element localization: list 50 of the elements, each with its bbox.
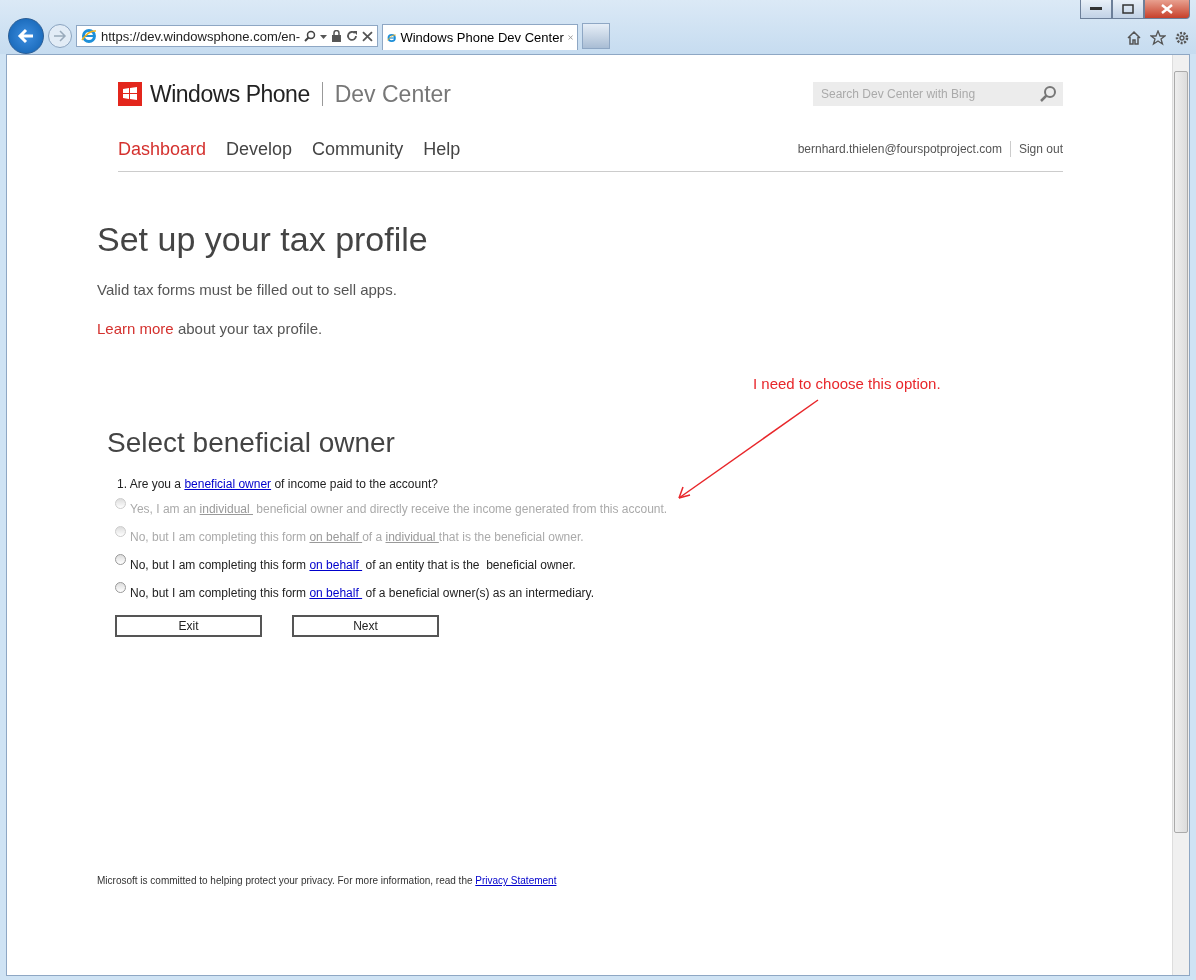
windows-logo-icon [118,82,142,106]
privacy-text: Microsoft is committed to helping protect your privacy. For more information, read the Privacy Statement [97,875,557,886]
question-text: 1. Are you a beneficial owner of income paid to the account? [117,477,439,491]
arrow-icon [53,30,67,42]
minimize-button[interactable] [1080,0,1112,19]
link[interactable]: beneficial owner [184,477,272,491]
page-title: Set up your tax profile [97,220,429,259]
link[interactable]: on behalf [309,558,363,572]
close-icon [1161,4,1173,14]
learn-more-link[interactable]: Learn more [97,320,174,337]
ie-logo-icon [81,28,97,44]
arrow-icon [17,28,35,44]
minimize-icon [1090,7,1102,11]
exit-button[interactable]: Exit [115,615,262,637]
star-icon[interactable] [1150,30,1166,46]
learn-more-text: Learn more about your tax profile. [97,320,324,337]
option-label: No, but I am completing this form on behalf of a beneficial owner(s) as an intermediary. [130,586,594,600]
close-icon[interactable] [362,30,373,42]
close-button[interactable] [1144,0,1190,19]
annotation-note: I need to choose this option. [753,375,941,392]
refresh-icon[interactable] [346,30,359,42]
radio-button[interactable] [115,554,126,565]
address-bar[interactable]: https://dev.windowsphone.com/en- [76,25,378,47]
option-label: Yes, I am an individual beneficial owner and directly receive the income generated from this account. [130,502,668,516]
home-icon[interactable] [1126,30,1142,46]
nav-link[interactable]: Develop [226,138,293,160]
next-button[interactable]: Next [292,615,439,637]
back-button[interactable] [8,18,44,54]
option-label: No, but I am completing this form on behalf of a individual that is the beneficial owner. [130,530,584,544]
search-icon[interactable] [304,30,317,42]
brand-name: Windows Phone [150,80,310,108]
nav-link[interactable]: Dashboard [118,138,207,160]
nav-link[interactable]: Help [423,138,461,160]
maximize-icon [1122,4,1134,14]
search-field[interactable]: Search Dev Center with Bing [813,82,1063,106]
intro-text: Valid tax forms must be filled out to sell apps. [97,281,398,298]
scrollbar[interactable] [1172,55,1189,975]
section-heading: Select beneficial owner [107,427,396,459]
sign-out-link[interactable]: Sign out [1018,142,1063,156]
lock-icon[interactable] [331,30,343,42]
link[interactable]: on behalf [309,586,363,600]
browser-tab[interactable]: Windows Phone Dev Center [382,24,578,50]
option-label: No, but I am completing this form on behalf of an entity that is the beneficial owner. [130,558,576,572]
nav-link[interactable]: Community [312,138,404,160]
user-email: bernhard.thielen@fourspotproject.com [797,142,1002,156]
settings-icon[interactable] [1174,30,1190,46]
maximize-button[interactable] [1112,0,1144,19]
radio-button[interactable] [115,582,126,593]
section-title: Dev Center [334,80,452,108]
privacy-statement-link[interactable]: Privacy Statement [475,875,557,886]
